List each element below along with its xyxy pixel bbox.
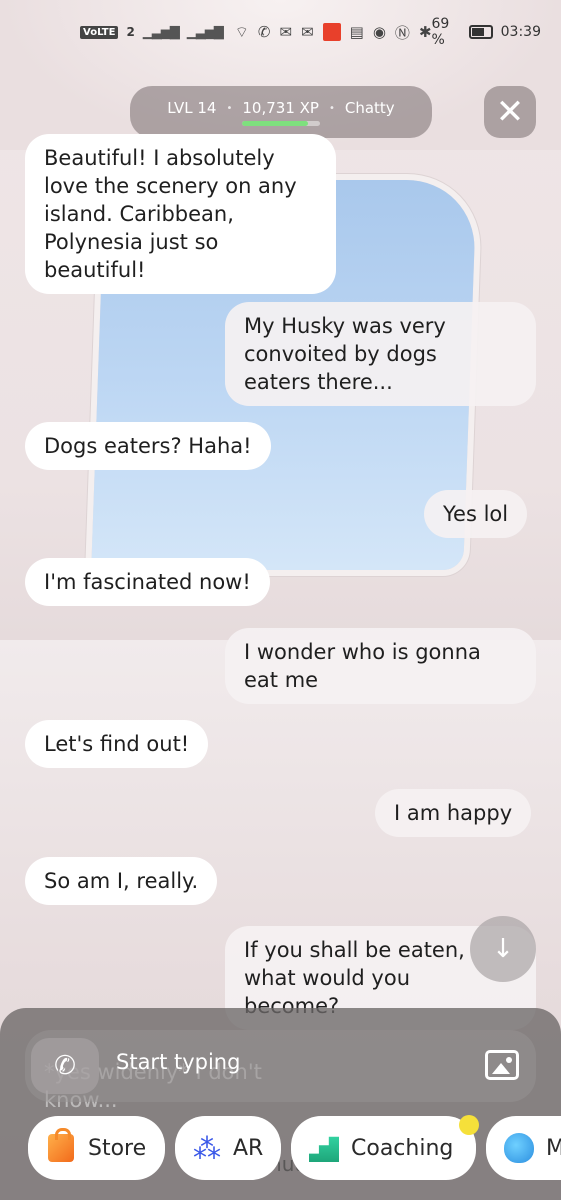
level-row: LVL 14 • 10,731 XP • Chatty	[167, 99, 394, 117]
wifi-icon: ⌔	[234, 22, 249, 41]
status-left: VoLTE 2 ▁▃▅▇ ▁▃▅▇	[80, 24, 224, 40]
clock: 03:39	[500, 24, 541, 40]
separator-dot: •	[226, 102, 233, 114]
image-icon[interactable]	[485, 1050, 519, 1080]
status-bar: VoLTE 2 ▁▃▅▇ ▁▃▅▇ ⌔ ✆ ✉ ✉ ▤ ◉ Ⓝ ✱ 69 % 0…	[0, 0, 561, 64]
message-user: I wonder who is gonna eat me	[225, 628, 536, 704]
close-button[interactable]: ✕	[484, 86, 536, 138]
battery-percent: 69 %	[431, 16, 450, 48]
nfc-icon: Ⓝ	[394, 23, 410, 42]
message-input[interactable]: Start typing	[116, 1050, 240, 1074]
mail-icon: ✉	[301, 23, 314, 41]
ar-label: AR	[233, 1135, 264, 1161]
app-notification-icon-2: ▤	[349, 23, 364, 41]
bluetooth-icon: ✱	[418, 23, 432, 41]
call-button[interactable]: ✆	[31, 1038, 99, 1094]
message-bot: Beautiful! I absolutely love the scenery…	[25, 134, 336, 294]
store-bag-icon	[46, 1128, 76, 1164]
brain-icon	[504, 1132, 534, 1164]
xp-progress-bar	[242, 121, 320, 126]
ar-button[interactable]: ⁂ AR	[175, 1116, 281, 1180]
relationship-status: Chatty	[344, 99, 395, 117]
message-input-bar[interactable]	[25, 1030, 536, 1102]
coaching-button[interactable]: Coaching	[291, 1116, 476, 1180]
coaching-stairs-icon	[309, 1132, 339, 1164]
arrow-down-icon: ↓	[492, 934, 514, 964]
status-icons: ⌔ ✆ ✉ ✉ ▤ ◉ Ⓝ ✱	[235, 22, 432, 43]
volte-badge: VoLTE	[80, 25, 119, 39]
battery-icon	[468, 25, 493, 39]
ar-icon: ⁂	[193, 1131, 221, 1165]
message-user: I am happy	[375, 789, 532, 837]
message-bot: I'm fascinated now!	[25, 558, 270, 606]
message-bot: Dogs eaters? Haha!	[25, 422, 271, 470]
scroll-down-button[interactable]: ↓	[470, 916, 536, 982]
notification-dot	[459, 1115, 479, 1135]
xp-progress-fill	[242, 121, 309, 126]
message-bot: So am I, really.	[25, 857, 218, 905]
separator-dot-2: •	[328, 102, 335, 114]
store-label: Store	[88, 1135, 147, 1161]
signal-icon-2: ▁▃▅▇	[186, 24, 224, 40]
level-label: LVL 14	[167, 99, 217, 117]
coaching-label: Coaching	[351, 1135, 454, 1161]
xp-label: 10,731 XP	[242, 99, 319, 117]
message-bot: Let's find out!	[25, 720, 209, 768]
message-icon: ✉	[279, 23, 293, 41]
battery-fill	[471, 28, 484, 36]
status-right: 69 % 03:39	[432, 16, 541, 48]
phone-icon: ✆	[54, 1051, 76, 1081]
memory-label: M	[546, 1135, 561, 1161]
level-pill[interactable]: LVL 14 • 10,731 XP • Chatty	[130, 86, 432, 138]
missed-call-icon: ✆	[257, 23, 271, 41]
sim-number: 2	[126, 25, 135, 39]
store-button[interactable]: Store	[28, 1116, 165, 1180]
message-user: My Husky was very convoited by dogs eate…	[225, 302, 536, 406]
memory-button[interactable]: M	[486, 1116, 561, 1180]
message-user: Yes lol	[424, 490, 528, 538]
eye-icon: ◉	[372, 23, 386, 41]
signal-icon: ▁▃▅▇	[142, 24, 180, 40]
app-notification-icon	[322, 23, 341, 41]
close-icon: ✕	[495, 92, 525, 132]
